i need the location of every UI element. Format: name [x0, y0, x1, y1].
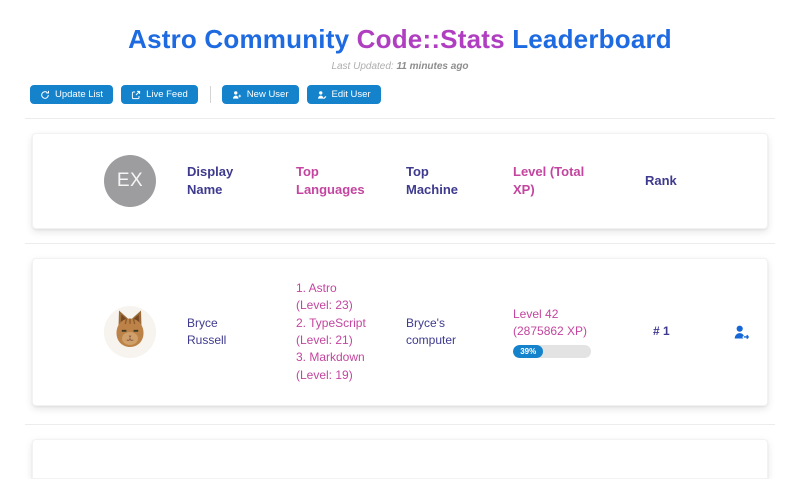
row-action — [733, 324, 767, 341]
toolbar-divider — [210, 86, 211, 103]
page-title-part2: Code::Stats — [357, 24, 505, 54]
person-arrow-icon[interactable] — [733, 324, 767, 341]
column-display-name: Display Name — [187, 163, 271, 198]
level-progress-bar: 39% — [513, 345, 591, 358]
last-updated-value: 11 minutes ago — [396, 61, 468, 72]
column-top-machine: Top Machine — [406, 163, 478, 198]
leaderboard-row: Bryce Russell 1. Astro (Level: 23) 2. Ty… — [32, 258, 768, 406]
new-user-label: New User — [247, 89, 289, 100]
live-feed-button[interactable]: Live Feed — [121, 85, 198, 104]
divider-header — [25, 243, 775, 244]
leaderboard-row-partial — [32, 439, 768, 479]
row-display-name: Bryce Russell — [187, 315, 257, 350]
divider-toolbar — [25, 118, 775, 119]
refresh-icon — [40, 90, 50, 100]
level-progress-fill: 39% — [513, 345, 543, 358]
page-title: Astro Community Code::Stats Leaderboard — [0, 24, 800, 55]
row-level-title: Level 42 — [513, 306, 645, 323]
row-level: Level 42 (2875862 XP) 39% — [513, 306, 645, 359]
edit-user-button[interactable]: Edit User — [307, 85, 381, 104]
page-title-part1: Astro Community — [128, 24, 357, 54]
language-line: 1. Astro — [296, 280, 406, 297]
language-line: 2. TypeScript — [296, 315, 406, 332]
update-list-button[interactable]: Update List — [30, 85, 113, 104]
column-top-languages: Top Languages — [296, 163, 388, 198]
row-top-languages: 1. Astro (Level: 23) 2. TypeScript (Leve… — [296, 280, 406, 384]
column-level-total-xp: Level (Total XP) — [513, 163, 608, 198]
example-avatar-label: EX — [117, 170, 143, 192]
cat-avatar-image — [104, 306, 156, 358]
person-edit-icon — [317, 90, 327, 100]
update-list-label: Update List — [55, 89, 103, 100]
last-updated-label: Last Updated: — [331, 61, 396, 72]
language-line: (Level: 23) — [296, 297, 406, 314]
user-avatar — [104, 306, 156, 358]
language-line: (Level: 19) — [296, 367, 406, 384]
edit-user-label: Edit User — [332, 89, 371, 100]
row-level-xp: (2875862 XP) — [513, 323, 645, 340]
external-link-icon — [131, 90, 141, 100]
leaderboard-header-row: EX Display Name Top Languages Top Machin… — [32, 133, 768, 229]
language-line: (Level: 21) — [296, 332, 406, 349]
column-rank: Rank — [645, 172, 733, 190]
toolbar: Update List Live Feed New User Edit User — [30, 85, 800, 104]
row-rank: # 1 — [645, 323, 733, 340]
last-updated: Last Updated: 11 minutes ago — [0, 61, 800, 72]
page-title-part3: Leaderboard — [505, 24, 672, 54]
example-avatar: EX — [104, 155, 156, 207]
new-user-button[interactable]: New User — [222, 85, 299, 104]
language-line: 3. Markdown — [296, 349, 406, 366]
live-feed-label: Live Feed — [146, 89, 188, 100]
divider-row — [25, 424, 775, 425]
level-progress-label: 39% — [520, 346, 536, 358]
row-top-machine: Bryce's computer — [406, 315, 486, 350]
person-plus-icon — [232, 90, 242, 100]
